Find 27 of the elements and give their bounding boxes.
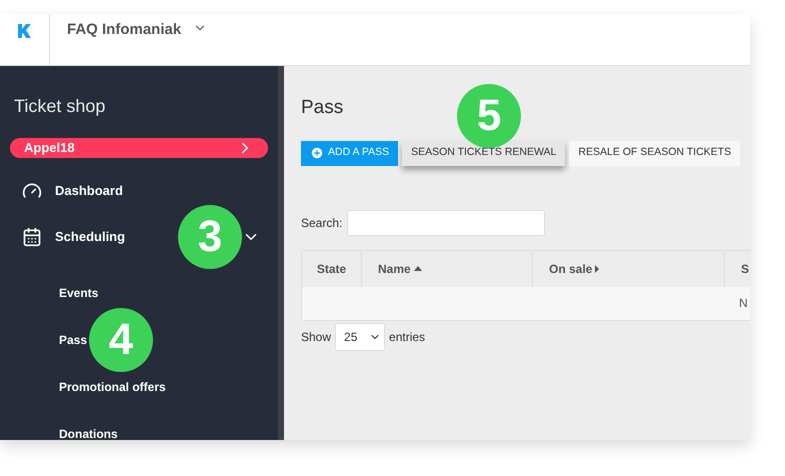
- step-number-badge: 3: [178, 204, 242, 268]
- submenu-item[interactable]: Pass: [59, 331, 88, 349]
- search-field[interactable]: [347, 210, 546, 236]
- project-button[interactable]: Appel18: [10, 138, 268, 158]
- submenu-item[interactable]: Promotional offers: [59, 378, 166, 396]
- sort-ascending-icon: [414, 266, 422, 271]
- sidebar-item[interactable]: Scheduling: [55, 226, 126, 246]
- search-label: Search:: [301, 214, 342, 232]
- sort-caret-icon: [595, 264, 600, 272]
- tab-button[interactable]: SEASON TICKETS RENEWAL: [402, 140, 566, 166]
- sidebar-title: Ticket shop: [14, 95, 106, 118]
- step-number-badge: 5: [457, 84, 522, 148]
- submenu-item[interactable]: Events: [59, 284, 98, 302]
- gauge-icon: [22, 180, 42, 200]
- calendar-icon: [22, 226, 42, 246]
- plus-circle-icon: [310, 146, 324, 160]
- table-cell-text: N: [739, 295, 748, 312]
- organization-name: FAQ Infomaniak: [67, 20, 182, 40]
- logo-icon: [18, 24, 32, 38]
- step-number-badge: 4: [89, 308, 153, 372]
- sidebar-item[interactable]: Dashboard: [55, 180, 123, 200]
- page-title: Pass: [301, 96, 344, 120]
- submenu-item[interactable]: Donations: [59, 425, 118, 440]
- entries-select[interactable]: 25: [335, 322, 386, 350]
- show-label: Show: [301, 328, 332, 346]
- entries-label: entries: [389, 328, 426, 346]
- tab-button[interactable]: RESALE OF SEASON TICKETS: [569, 140, 740, 166]
